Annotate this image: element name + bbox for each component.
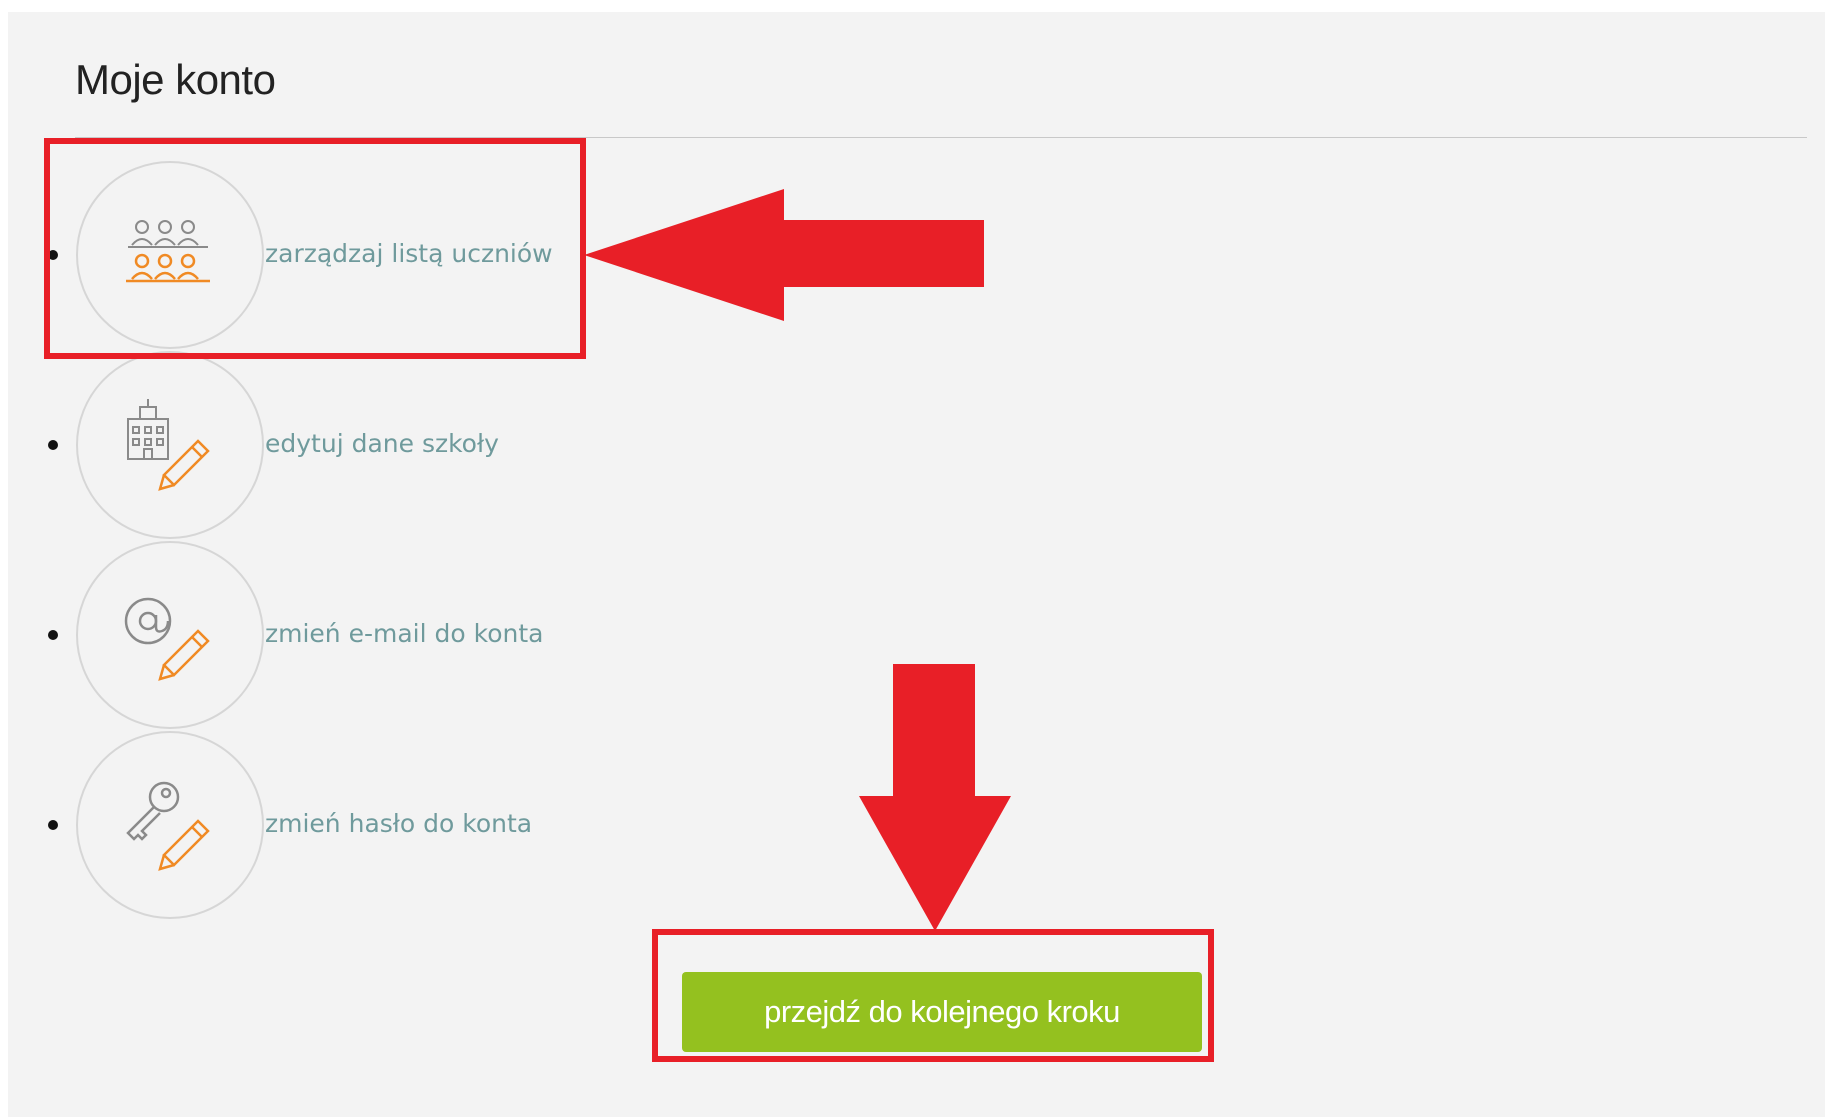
arrow-down-icon	[859, 664, 1011, 931]
list-bullet	[48, 820, 58, 830]
page-title: Moje konto	[75, 56, 276, 103]
school-edit-icon	[127, 399, 210, 491]
change-password-link[interactable]: zmień hasło do konta	[265, 809, 532, 838]
menu-icon-circle[interactable]	[76, 541, 264, 729]
edit-school-link[interactable]: edytuj dane szkoły	[265, 429, 499, 458]
list-bullet	[48, 630, 58, 640]
arrow-left-icon	[584, 189, 984, 321]
menu-item-edit-school[interactable]: edytuj dane szkoły	[8, 351, 708, 541]
email-edit-icon	[124, 597, 210, 681]
menu-item-change-password[interactable]: zmień hasło do konta	[8, 731, 708, 921]
menu-icon-circle[interactable]	[76, 731, 264, 919]
list-bullet	[48, 440, 58, 450]
highlight-box-manage-students	[44, 138, 586, 359]
menu-icon-circle[interactable]	[76, 351, 264, 539]
change-email-link[interactable]: zmień e-mail do konta	[265, 619, 543, 648]
menu-item-change-email[interactable]: zmień e-mail do konta	[8, 541, 708, 731]
highlight-box-next-button	[652, 929, 1214, 1062]
key-edit-icon	[126, 781, 210, 871]
